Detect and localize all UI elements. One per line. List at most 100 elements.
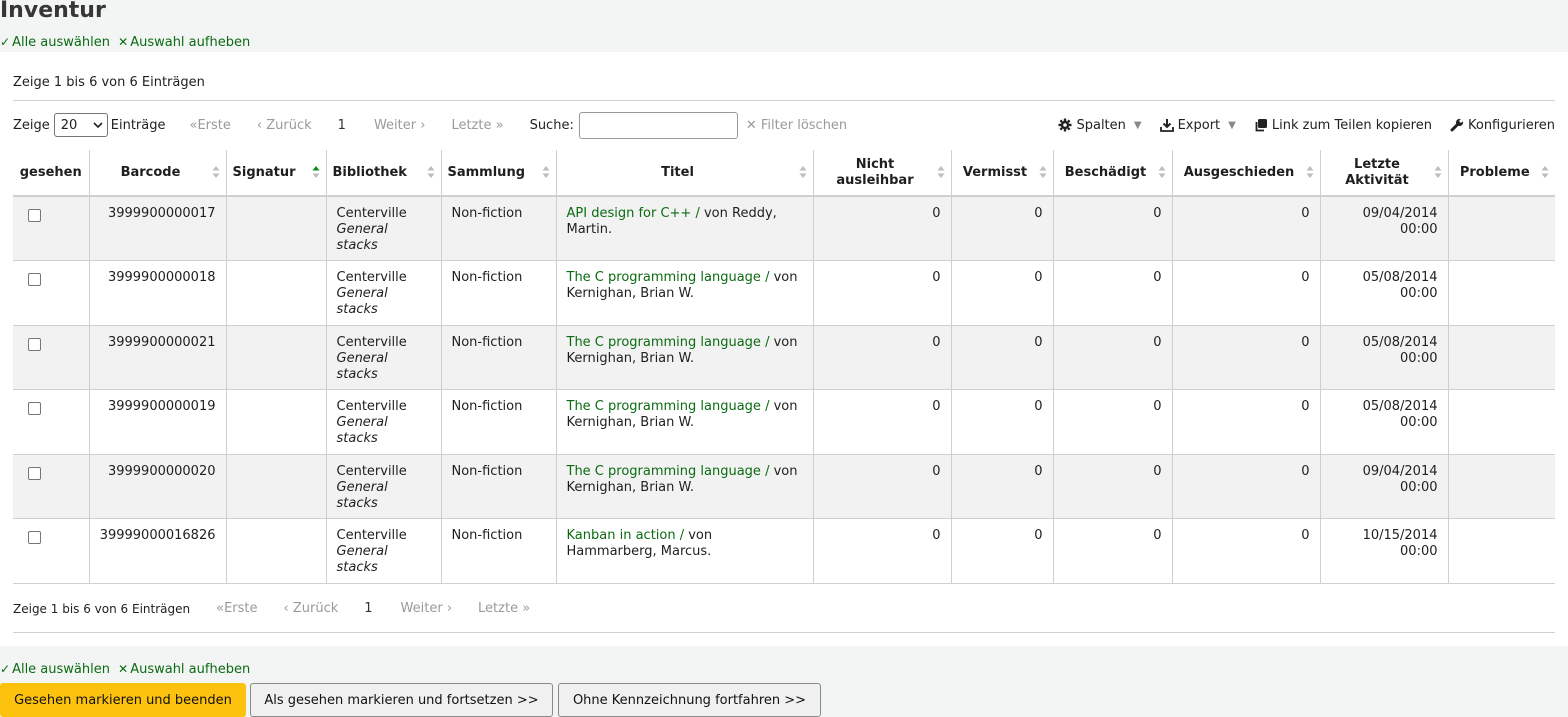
seen-checkbox[interactable] [28, 209, 41, 222]
title-link[interactable]: Kanban in action / [567, 528, 685, 543]
notforloan-cell: 0 [813, 260, 952, 326]
caret-down-icon: ▼ [1133, 119, 1142, 131]
title-link[interactable]: The C programming language / [567, 335, 770, 350]
export-button[interactable]: Export ▼ [1159, 118, 1236, 133]
title-cell: The C programming language / von Kernigh… [556, 260, 814, 326]
column-header-problems[interactable]: Probleme [1448, 150, 1555, 197]
notforloan-cell: 0 [813, 454, 952, 519]
seen-cell [13, 389, 90, 455]
clear-all-link[interactable]: ✕ Auswahl aufheben [118, 662, 250, 677]
pager-next[interactable]: Weiter › [374, 118, 426, 133]
mark-seen-continue-button[interactable]: Als gesehen markieren und fortsetzen >> [250, 683, 553, 717]
title-link[interactable]: The C programming language / [567, 270, 770, 285]
column-header-library[interactable]: Bibliothek [326, 150, 442, 197]
close-icon: ✕ [118, 662, 129, 676]
library-cell: Centerville General stacks [326, 260, 442, 326]
library-name: Centerville [336, 399, 407, 414]
lastseen-time: 00:00 [1400, 479, 1438, 495]
page-title: Inventur [0, 0, 106, 23]
table-row: 3999900000017 Centerville General stacks No… [13, 196, 1555, 261]
damaged-cell: 0 [1053, 454, 1173, 519]
table-row: 3999900000020 Centerville General stacks No… [13, 454, 1555, 519]
sort-icon [1434, 166, 1441, 178]
sort-icon [1541, 166, 1549, 178]
collection-cell: Non-fiction [441, 389, 557, 455]
callnumber-cell [226, 196, 327, 261]
pager-first[interactable]: «Erste [190, 118, 231, 133]
problems-cell [1448, 260, 1555, 326]
pager-current[interactable]: 1 [364, 601, 372, 616]
column-header-barcode[interactable]: Barcode [89, 150, 227, 197]
notforloan-cell: 0 [813, 325, 952, 390]
barcode-cell: 3999900000019 [89, 389, 227, 455]
column-header-damaged[interactable]: Beschädigt [1053, 150, 1173, 197]
selection-links-bottom: ✓ Alle auswählen ✕ Auswahl aufheben [0, 662, 254, 677]
pager-current[interactable]: 1 [338, 118, 346, 133]
problems-cell [1448, 325, 1555, 390]
divider [13, 632, 1555, 633]
page-length-select[interactable]: 20 [53, 113, 108, 137]
column-header-withdrawn[interactable]: Ausgeschieden [1172, 150, 1321, 197]
table-info-text: Zeige 1 bis 6 von 6 Einträgen [13, 601, 191, 616]
pager-first[interactable]: «Erste [216, 601, 257, 616]
mark-seen-finish-button[interactable]: Gesehen markieren und beenden [0, 683, 246, 717]
withdrawn-cell: 0 [1172, 389, 1321, 455]
sort-icon [799, 166, 806, 178]
sort-icon [1306, 166, 1313, 178]
seen-checkbox[interactable] [28, 402, 41, 415]
lastseen-cell: 09/04/2014 00:00 [1320, 196, 1449, 261]
seen-checkbox[interactable] [28, 273, 41, 286]
callnumber-cell [226, 518, 327, 584]
pager-next[interactable]: Weiter › [401, 601, 453, 616]
column-header-lastseen[interactable]: Letzte Aktivität [1320, 150, 1449, 197]
configure-button[interactable]: Konfigurieren [1450, 118, 1555, 133]
title-link[interactable]: API design for C++ / [567, 206, 700, 221]
lastseen-cell: 05/08/2014 00:00 [1320, 325, 1449, 390]
column-header-callnumber[interactable]: Signatur [226, 150, 327, 197]
problems-cell [1448, 454, 1555, 519]
seen-cell [13, 518, 90, 584]
divider [13, 100, 1555, 101]
pagination-bottom: «Erste ‹ Zurück 1 Weiter › Letzte » [216, 601, 556, 616]
seen-cell [13, 325, 90, 390]
pager-last[interactable]: Letzte » [451, 118, 503, 133]
title-link[interactable]: The C programming language / [567, 399, 770, 414]
filter-clear-button[interactable]: ✕ Filter löschen [746, 118, 847, 133]
library-cell: Centerville General stacks [326, 325, 442, 390]
column-header-lost[interactable]: Vermisst [951, 150, 1054, 197]
table-header-row: gesehen Barcode Signatur Bibliothek Samm… [13, 150, 1555, 197]
column-header-collection[interactable]: Sammlung [441, 150, 557, 197]
pager-prev[interactable]: ‹ Zurück [284, 601, 339, 616]
column-header-title[interactable]: Titel [556, 150, 814, 197]
pager-prev[interactable]: ‹ Zurück [257, 118, 312, 133]
title-cell: Kanban in action / von Hammarberg, Marcu… [556, 518, 814, 584]
close-icon: ✕ [118, 35, 129, 49]
damaged-cell: 0 [1053, 196, 1173, 261]
callnumber-cell [226, 454, 327, 519]
continue-without-marking-button[interactable]: Ohne Kennzeichnung fortfahren >> [558, 683, 821, 717]
callnumber-cell [226, 325, 327, 390]
sort-ascending-icon [312, 166, 319, 178]
title-link[interactable]: The C programming language / [567, 464, 770, 479]
sort-icon [212, 166, 219, 178]
seen-checkbox[interactable] [28, 531, 41, 544]
lost-cell: 0 [951, 518, 1054, 584]
copy-link-button[interactable]: Link zum Teilen kopieren [1254, 118, 1432, 133]
lastseen-cell: 05/08/2014 00:00 [1320, 389, 1449, 455]
clear-all-link[interactable]: ✕ Auswahl aufheben [118, 35, 250, 50]
pager-last[interactable]: Letzte » [478, 601, 530, 616]
sort-icon [937, 166, 944, 178]
seen-cell [13, 260, 90, 326]
shelving-location: General stacks [336, 222, 388, 253]
seen-checkbox[interactable] [28, 337, 41, 351]
seen-checkbox[interactable] [28, 466, 41, 480]
withdrawn-cell: 0 [1172, 325, 1321, 390]
search-input[interactable] [578, 111, 738, 139]
columns-button[interactable]: Spalten ▼ [1058, 118, 1142, 133]
library-cell: Centerville General stacks [326, 518, 442, 584]
select-all-link[interactable]: ✓ Alle auswählen [0, 662, 110, 677]
select-all-link[interactable]: ✓ Alle auswählen [0, 35, 110, 50]
barcode-cell: 3999900000018 [89, 260, 227, 326]
title-cell: The C programming language / von Kernigh… [556, 325, 814, 390]
column-header-notforloan[interactable]: Nicht ausleihbar [813, 150, 952, 197]
